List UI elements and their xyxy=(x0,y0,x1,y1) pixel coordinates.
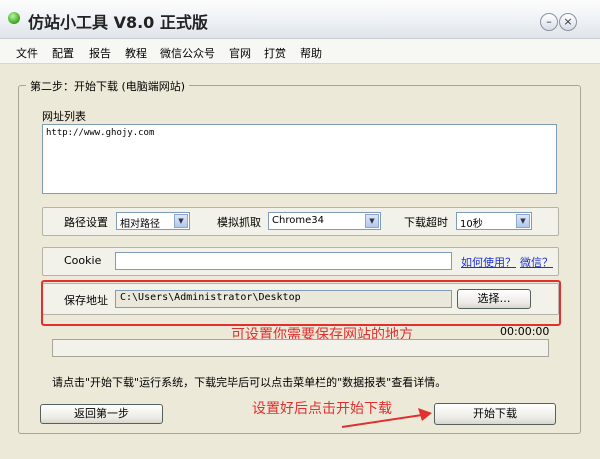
elapsed-time: 00:00:00 xyxy=(500,325,550,338)
menu-file[interactable]: 文件 xyxy=(16,45,38,61)
menu-help[interactable]: 帮助 xyxy=(300,45,322,61)
url-list-label: 网址列表 xyxy=(42,110,86,123)
path-select-value: 相对路径 xyxy=(120,219,160,230)
back-button[interactable]: 返回第一步 xyxy=(40,404,163,424)
menu-config[interactable]: 配置 xyxy=(52,45,74,61)
tip-text: 请点击"开始下载"运行系统，下载完毕后可以点击菜单栏的"数据报表"查看详情。 xyxy=(52,376,447,389)
cookie-panel: Cookie 如何使用？ 微信？ xyxy=(42,247,559,276)
close-icon[interactable]: × xyxy=(559,13,577,31)
options-panel: 路径设置 相对路径 ▼ 模拟抓取 Chrome34 ▼ 下载超时 10秒 ▼ xyxy=(42,207,559,236)
progress-bar xyxy=(52,339,549,357)
menu-wechat-account[interactable]: 微信公众号 xyxy=(160,45,215,61)
highlight-box xyxy=(41,280,561,326)
url-list-textarea[interactable]: http://www.ghojy.com xyxy=(42,124,557,194)
chevron-down-icon[interactable]: ▼ xyxy=(174,214,188,228)
window-title: 仿站小工具 V8.0 正式版 xyxy=(28,13,208,32)
app-icon xyxy=(8,12,20,24)
how-to-use-link[interactable]: 如何使用？ xyxy=(461,254,516,270)
chevron-down-icon[interactable]: ▼ xyxy=(365,214,379,228)
path-setting-label: 路径设置 xyxy=(64,216,108,229)
menu-donate[interactable]: 打赏 xyxy=(264,45,286,61)
title-bar: 仿站小工具 V8.0 正式版 – × xyxy=(0,0,600,39)
timeout-label: 下载超时 xyxy=(404,216,448,229)
menu-report[interactable]: 报告 xyxy=(89,45,111,61)
cookie-label: Cookie xyxy=(64,254,102,267)
crawl-mode-select[interactable]: Chrome34 ▼ xyxy=(268,212,381,230)
cookie-input[interactable] xyxy=(115,252,452,270)
crawl-mode-label: 模拟抓取 xyxy=(217,216,261,229)
path-select[interactable]: 相对路径 ▼ xyxy=(116,212,190,230)
timeout-select[interactable]: 10秒 ▼ xyxy=(456,212,532,230)
menu-tutorial[interactable]: 教程 xyxy=(125,45,147,61)
timeout-value: 10秒 xyxy=(460,219,483,230)
crawl-mode-value: Chrome34 xyxy=(272,215,324,226)
menu-bar: 文件 配置 报告 教程 微信公众号 官网 打赏 帮助 xyxy=(0,39,600,64)
minimize-icon[interactable]: – xyxy=(540,13,558,31)
red-arrow-icon xyxy=(341,408,432,428)
start-download-button[interactable]: 开始下载 xyxy=(434,403,556,425)
step-title: 第二步：开始下载 (电脑端网站) xyxy=(26,78,190,94)
wechat-link[interactable]: 微信？ xyxy=(520,254,553,270)
menu-website[interactable]: 官网 xyxy=(229,45,251,61)
chevron-down-icon[interactable]: ▼ xyxy=(516,214,530,228)
